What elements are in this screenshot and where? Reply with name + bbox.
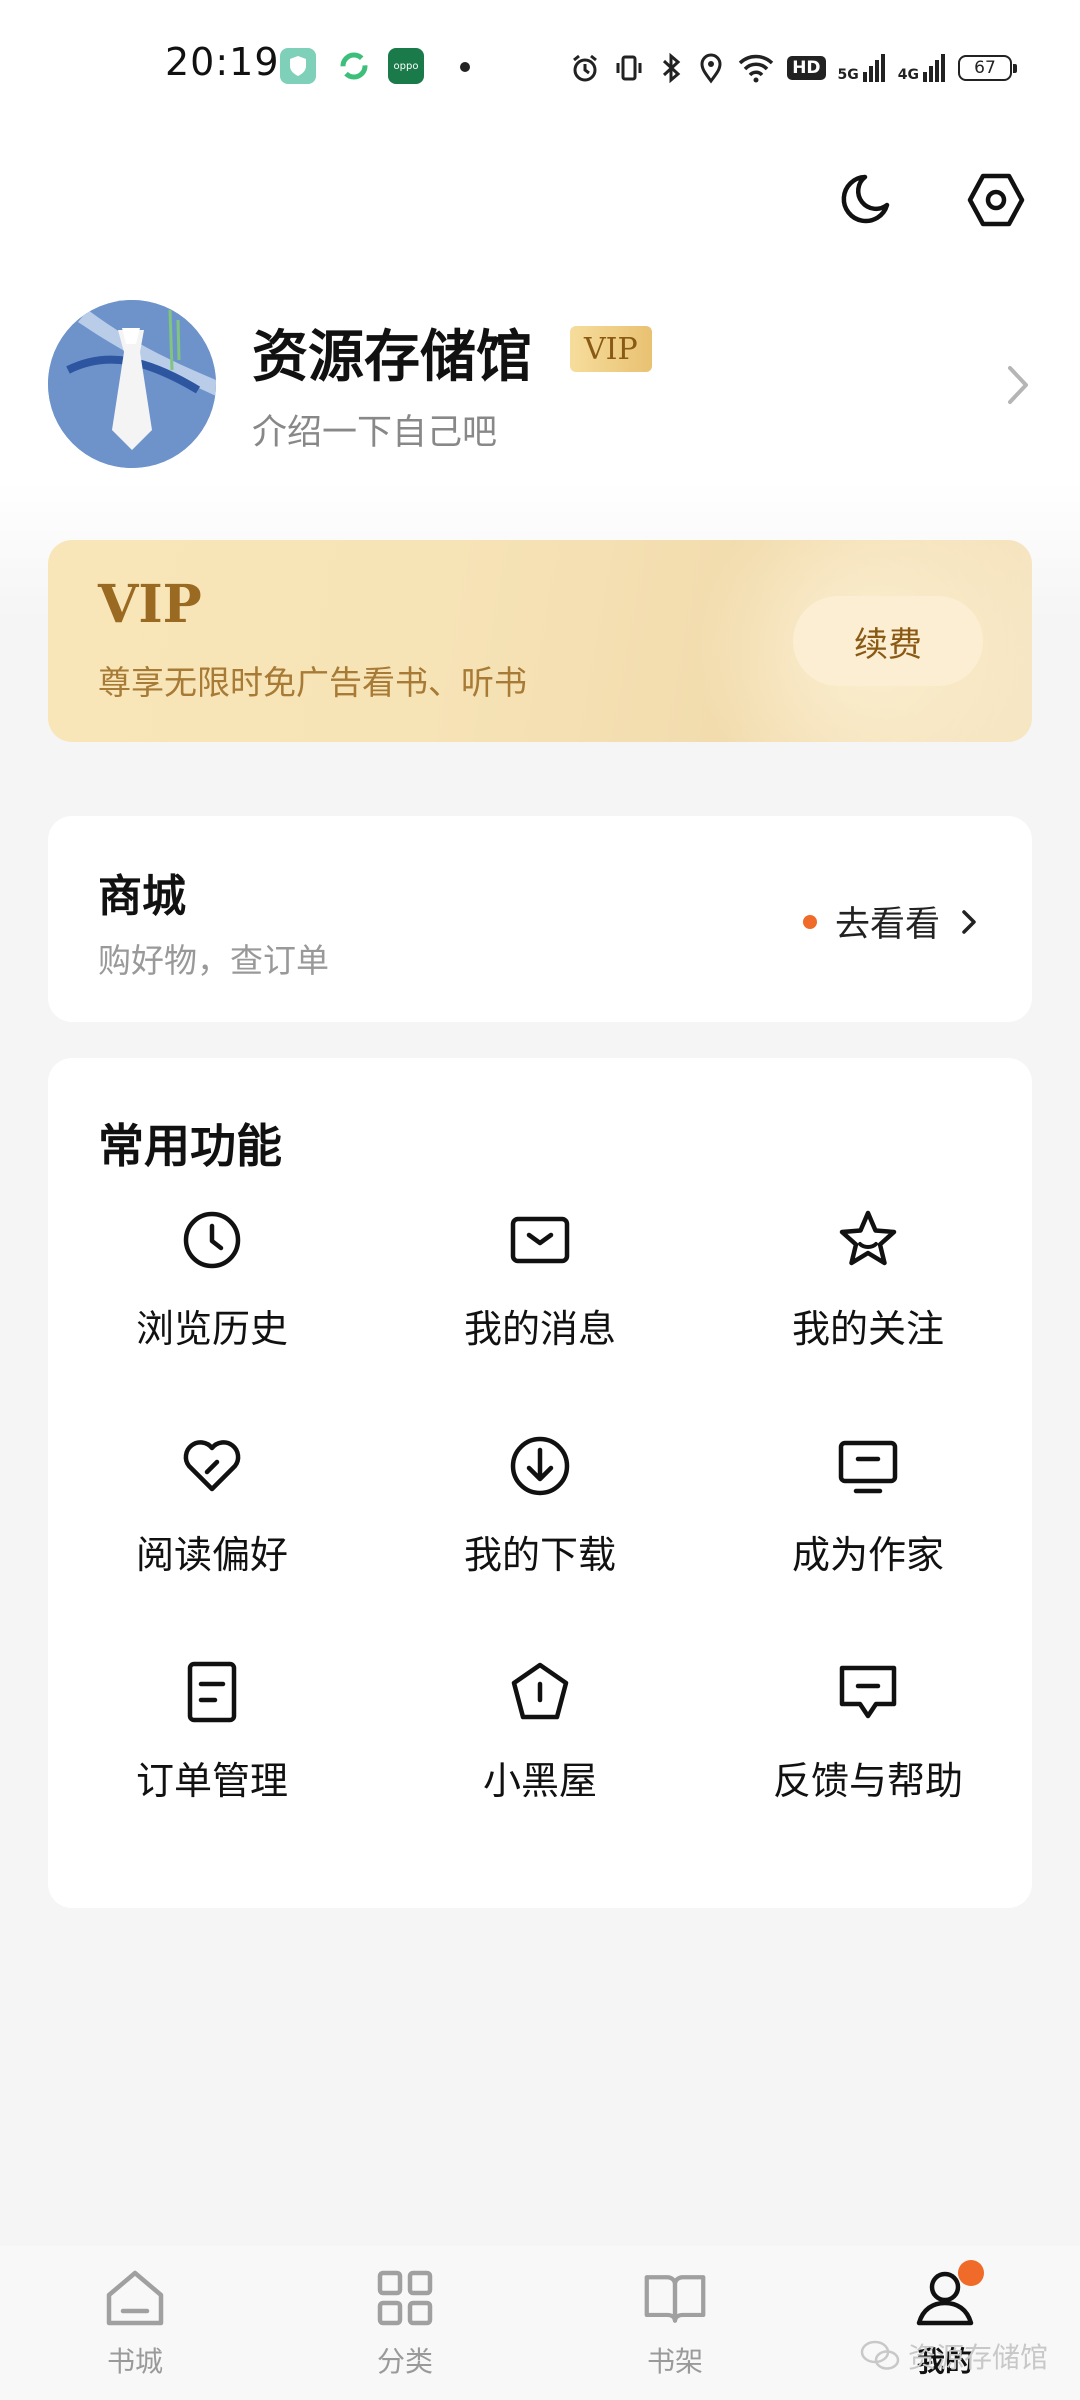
chevron-right-icon[interactable] <box>998 360 1038 410</box>
message-box-icon <box>510 1216 570 1264</box>
heart-icon <box>183 1440 241 1492</box>
function-label: 订单管理 <box>135 1759 288 1803</box>
bottom-tab-bar: 书城 分类 书架 我的 <box>0 2246 1080 2400</box>
notification-badge <box>958 2260 984 2286</box>
location-icon <box>700 53 722 84</box>
sync-app-icon <box>336 48 372 84</box>
settings-hexagon-icon <box>967 173 1025 227</box>
function-my-messages[interactable]: 我的消息 <box>376 1208 704 1434</box>
functions-card: 常用功能 浏览历史 我的消息 我的关注 阅读偏好 我的下载 成为作家 订单管理 … <box>48 1058 1032 1908</box>
signal-bars-icon <box>923 54 945 82</box>
signal-5g: 5G <box>838 54 886 82</box>
feedback-icon <box>839 1665 897 1719</box>
tab-category[interactable]: 分类 <box>270 2246 540 2400</box>
function-become-author[interactable]: 成为作家 <box>704 1434 1032 1660</box>
tab-label: 分类 <box>376 2345 433 2378</box>
status-time: 20:19 <box>165 40 280 84</box>
function-label: 成为作家 <box>791 1533 944 1577</box>
dark-mode-button[interactable] <box>832 168 896 232</box>
grid-icon <box>377 2270 433 2326</box>
oppo-app-icon: oppo <box>388 48 424 84</box>
tab-label: 书架 <box>646 2345 703 2378</box>
function-browse-history[interactable]: 浏览历史 <box>48 1208 376 1434</box>
signal-bars-icon <box>862 54 885 82</box>
wechat-icon <box>860 2340 900 2370</box>
function-label: 阅读偏好 <box>135 1533 288 1577</box>
function-feedback-help[interactable]: 反馈与帮助 <box>704 1660 1032 1886</box>
download-icon <box>510 1436 570 1496</box>
function-label: 反馈与帮助 <box>772 1759 963 1803</box>
signal-4g: 4G <box>898 54 946 82</box>
monitor-icon <box>838 1440 898 1494</box>
username[interactable]: 资源存储馆 <box>252 312 532 393</box>
function-label: 我的下载 <box>463 1533 616 1577</box>
tab-mine[interactable]: 我的 <box>810 2246 1080 2400</box>
avatar-image <box>48 300 216 468</box>
function-label: 我的消息 <box>463 1307 616 1351</box>
watermark: 资源存储馆 <box>860 2336 1048 2376</box>
vip-banner-description: 尊享无限时免广告看书、听书 <box>98 663 527 702</box>
battery-indicator: 67 <box>958 55 1017 81</box>
avatar[interactable] <box>48 300 216 468</box>
document-icon <box>187 1661 237 1723</box>
function-my-downloads[interactable]: 我的下载 <box>376 1434 704 1660</box>
tab-label: 书城 <box>106 2345 163 2378</box>
tab-bookshelf[interactable]: 书架 <box>540 2246 810 2400</box>
star-icon <box>839 1210 897 1266</box>
function-blacklist-room[interactable]: 小黑屋 <box>376 1660 704 1886</box>
status-icons: HD 5G 4G 67 <box>569 46 1017 90</box>
vip-banner[interactable]: VIP 尊享无限时免广告看书、听书 续费 <box>48 540 1032 742</box>
function-label: 小黑屋 <box>482 1759 597 1803</box>
status-bar: 20:19 oppo HD 5G 4G 67 <box>0 0 1080 134</box>
watermark-text: 资源存储馆 <box>908 2341 1049 2374</box>
home-icon <box>106 2270 164 2326</box>
mall-title: 商城 <box>98 871 186 922</box>
shield-app-icon <box>280 48 316 84</box>
mall-link[interactable]: 去看看 <box>802 896 980 947</box>
moon-icon <box>841 174 890 224</box>
bio-text[interactable]: 介绍一下自己吧 <box>252 404 497 455</box>
function-order-management[interactable]: 订单管理 <box>48 1660 376 1886</box>
signal-4g-label: 4G <box>897 67 919 83</box>
clock-icon <box>183 1211 241 1269</box>
chevron-right-icon <box>962 909 976 934</box>
vibrate-icon <box>616 55 642 81</box>
signal-5g-label: 5G <box>837 67 859 83</box>
settings-button[interactable] <box>964 168 1028 232</box>
alarm-icon <box>573 54 598 82</box>
tab-bookstore[interactable]: 书城 <box>0 2246 270 2400</box>
new-dot <box>802 914 817 929</box>
pentagon-icon <box>511 1662 569 1720</box>
function-label: 浏览历史 <box>135 1307 288 1351</box>
renew-button[interactable]: 续费 <box>793 596 983 686</box>
bluetooth-icon <box>663 52 681 84</box>
book-icon <box>644 2275 706 2323</box>
functions-title: 常用功能 <box>98 1119 282 1173</box>
notification-dot <box>460 62 470 72</box>
mall-link-label: 去看看 <box>834 905 940 945</box>
function-my-follows[interactable]: 我的关注 <box>704 1208 1032 1434</box>
mall-subtitle: 购好物，查订单 <box>98 941 329 980</box>
vip-badge: VIP <box>570 326 652 372</box>
function-label: 我的关注 <box>791 1307 944 1351</box>
wifi-icon <box>738 54 774 83</box>
hd-badge: HD <box>787 56 826 80</box>
function-reading-preference[interactable]: 阅读偏好 <box>48 1434 376 1660</box>
mall-card[interactable]: 商城 购好物，查订单 去看看 <box>48 816 1032 1022</box>
vip-banner-title: VIP <box>98 574 202 635</box>
